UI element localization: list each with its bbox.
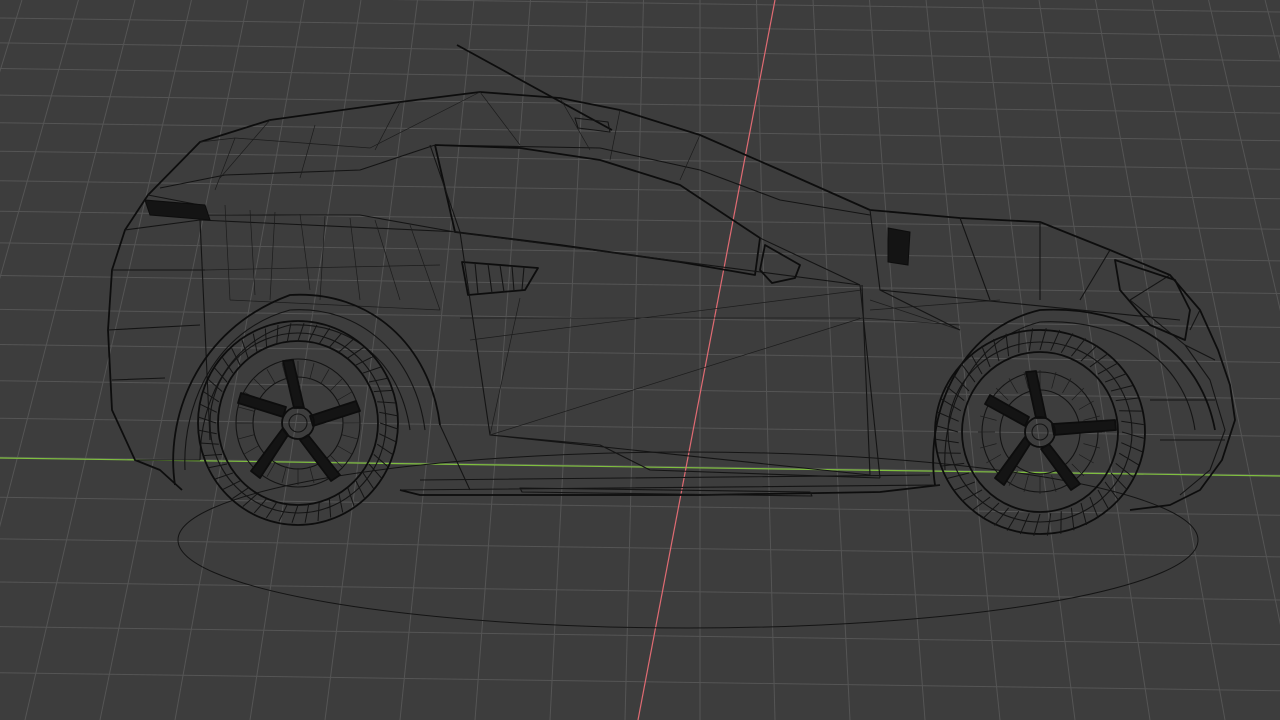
door-tessellation — [460, 289, 1001, 436]
side-intake-slats — [474, 262, 525, 295]
y-axis-line — [637, 0, 776, 720]
front-panels — [869, 209, 1216, 361]
x-axis-line — [0, 457, 1280, 477]
hood-vent — [887, 227, 911, 266]
roof-inner — [199, 91, 701, 191]
rear-tessellation — [204, 204, 441, 311]
side-mirror — [759, 244, 801, 284]
viewport-canvas[interactable] — [0, 0, 1280, 720]
front-hub — [1024, 416, 1056, 448]
front-hub-cap — [1031, 423, 1049, 441]
side-window — [434, 144, 761, 276]
rear-light — [144, 199, 211, 221]
antenna — [456, 44, 613, 131]
front-headlight — [1114, 259, 1191, 341]
floor-grid — [0, 0, 1280, 720]
3d-viewport[interactable] — [0, 0, 1280, 720]
rear-wheel-arch — [172, 293, 441, 486]
